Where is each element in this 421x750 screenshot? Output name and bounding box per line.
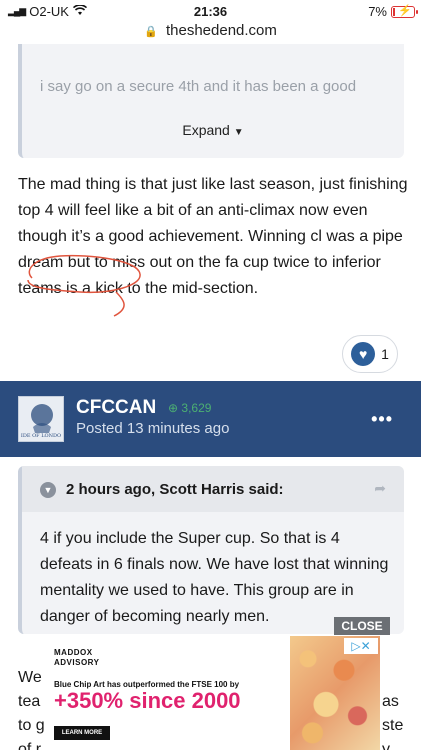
reputation-badge: ⊕ 3,629 (168, 401, 211, 415)
plus-circle-icon: ⊕ (168, 401, 179, 415)
reply-line: to g (18, 717, 45, 734)
reply-line: tea (18, 693, 41, 710)
reply-line: We (18, 669, 42, 686)
status-bar: ▂▄▆ O2-UK 21:36 7% ⚡ (0, 0, 421, 22)
more-options-icon[interactable]: ••• (371, 409, 393, 430)
quote-collapsed: i say go on a secure 4th and it has been… (18, 44, 404, 158)
close-ad-button[interactable]: CLOSE (334, 617, 390, 635)
quote-text: 4 if you include the Super cup. So that … (40, 530, 389, 625)
reputation-value: 3,629 (181, 401, 212, 415)
avatar[interactable]: IDE OF LONDO (18, 396, 64, 442)
like-button[interactable]: ♥ 1 (342, 335, 398, 373)
post-timestamp: Posted 13 minutes ago (76, 420, 230, 437)
battery-icon: ⚡ (391, 4, 418, 18)
ad-brand: MADDOX ADVISORY (54, 648, 100, 668)
quote-block: ▼ 2 hours ago, Scott Harris said: ➦ 4 if… (18, 466, 404, 634)
learn-more-button[interactable]: LEARN MORE (54, 726, 110, 740)
ad-headline: +350% since 2000 (54, 688, 241, 713)
clock: 21:36 (193, 4, 228, 19)
battery-percent: 7% (368, 4, 387, 19)
handwritten-scribble (27, 254, 141, 317)
ad-banner[interactable]: MADDOX ADVISORY Blue Chip Art has outper… (44, 636, 380, 750)
expand-button[interactable]: Expand ▼ (22, 122, 404, 138)
reply-line: of r (18, 741, 42, 750)
avatar-label: IDE OF LONDO (20, 433, 62, 439)
reply-line: ste (382, 717, 404, 734)
url-text: theshedend.com (165, 22, 277, 39)
charging-icon: ⚡ (398, 4, 412, 17)
caret-down-icon: ▼ (233, 127, 244, 138)
reply-line: as (382, 693, 399, 710)
username[interactable]: CFCCAN (76, 397, 156, 419)
like-count: 1 (381, 346, 389, 362)
lock-icon: 🔒 (144, 26, 158, 38)
quote-header: ▼ 2 hours ago, Scott Harris said: ➦ (22, 466, 404, 512)
heart-icon: ♥ (351, 342, 376, 366)
expand-label: Expand (182, 122, 230, 138)
chevron-down-icon[interactable]: ▼ (40, 482, 56, 498)
reply-line: y (382, 741, 390, 750)
quote-citation: 2 hours ago, Scott Harris said: (66, 481, 284, 498)
ad-brand-line: MADDOX (54, 648, 93, 657)
reply-text-left: We tea to g of r (18, 666, 45, 750)
quote-preview: i say go on a secure 4th and it has been… (40, 78, 357, 95)
reply-text-right: as ste y (382, 690, 403, 750)
post-author-header: IDE OF LONDO CFCCAN ⊕ 3,629 Posted 13 mi… (0, 381, 421, 457)
status-right: 7% ⚡ (368, 4, 418, 19)
address-bar[interactable]: 🔒 theshedend.com (0, 22, 421, 42)
adchoices-icon[interactable]: ▷✕ (344, 638, 378, 654)
ad-brand-line: ADVISORY (54, 658, 100, 667)
share-arrow-icon[interactable]: ➦ (374, 480, 386, 497)
